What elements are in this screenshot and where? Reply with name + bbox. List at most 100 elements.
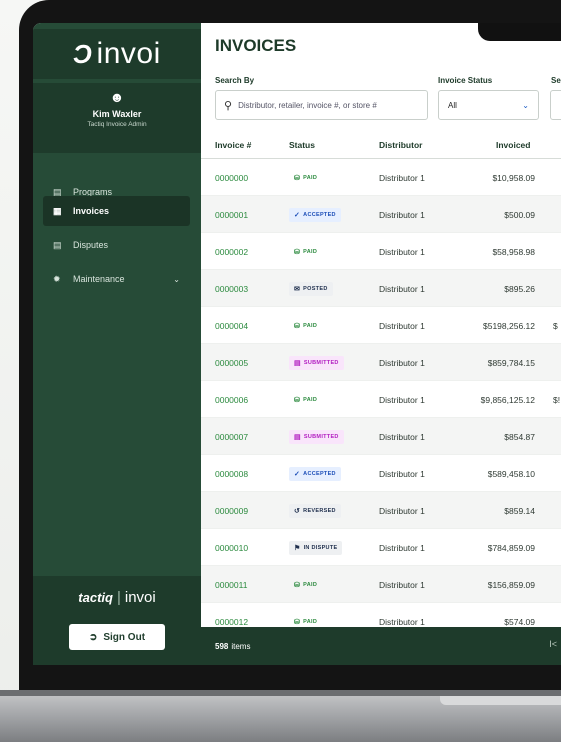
invoice-number-link[interactable]: 0000000: [215, 159, 248, 196]
status-text: SUBMITTED: [303, 359, 339, 366]
accepted-status-icon: ✓: [294, 211, 301, 219]
sidebar-item-invoices[interactable]: ▦ Invoices: [43, 196, 190, 226]
first-page-button[interactable]: I<: [549, 639, 557, 649]
invoice-number-link[interactable]: 0000010: [215, 529, 248, 566]
column-header-invoice[interactable]: Invoice #: [215, 140, 251, 150]
column-header-distributor[interactable]: Distributor: [379, 140, 422, 150]
invoiced-amount: $589,458.10: [487, 468, 535, 479]
paid-status-icon: ⛁: [294, 618, 301, 626]
status-text: IN DISPUTE: [303, 544, 338, 551]
distributor-cell: Distributor 1: [379, 246, 425, 257]
submitted-status-icon: ▤: [294, 433, 301, 441]
laptop-scene: Ͻ invoi ☻ Kim Waxler Tactiq Invoice Admi…: [0, 0, 561, 742]
submitted-status-icon: ▤: [294, 359, 301, 367]
invoiced-amount: $784,859.09: [487, 542, 535, 553]
table-row[interactable]: 0000000 ⛁ PAID Distributor 1 $10,958.09: [201, 159, 561, 196]
status-badge: ⛁ PAID: [289, 245, 322, 259]
status-badge: ⛁ PAID: [289, 171, 322, 185]
table-row[interactable]: 0000005 ▤ SUBMITTED Distributor 1 $859,784.1…: [201, 344, 561, 381]
table-row[interactable]: 0000003 ✉ POSTED Distributor 1 $895.26: [201, 270, 561, 307]
table-row[interactable]: 0000008 ✓ ACCEPTED Distributor 1 $589,458.10: [201, 455, 561, 492]
status-text: ACCEPTED: [303, 470, 336, 477]
table-row[interactable]: 0000002 ⛁ PAID Distributor 1 $58,958.98: [201, 233, 561, 270]
search-label: Search By: [215, 76, 255, 85]
item-count-label: items: [231, 641, 251, 651]
search-placeholder: Distributor, retailer, invoice #, or sto…: [238, 100, 377, 110]
invoiced-amount: $58,958.98: [492, 246, 535, 257]
chevron-down-icon: ⌄: [173, 274, 180, 284]
sign-out-label: Sign Out: [103, 631, 146, 643]
status-select-value: All: [448, 100, 457, 110]
invoice-number-link[interactable]: 0000002: [215, 233, 248, 270]
status-text: PAID: [303, 396, 318, 403]
status-badge: ⛁ PAID: [289, 578, 322, 592]
status-cell: ✓ ACCEPTED: [289, 196, 341, 233]
third-filter-select[interactable]: [550, 90, 561, 120]
status-cell: ⛁ PAID: [289, 233, 322, 270]
sign-out-icon: ➲: [88, 631, 98, 643]
user-icon: ☻: [109, 89, 125, 105]
search-icon: ⚲: [224, 99, 233, 112]
sidebar-item-disputes[interactable]: ▤ Disputes: [43, 230, 190, 260]
invoiced-amount: $895.26: [504, 283, 535, 294]
table-row[interactable]: 0000001 ✓ ACCEPTED Distributor 1 $500.09: [201, 196, 561, 233]
camera-notch: [478, 23, 561, 41]
main-content: INVOICES Search By Invoice Status Se ⚲ D…: [201, 23, 561, 665]
brand-logo[interactable]: Ͻ invoi: [33, 29, 201, 79]
disputes-icon: ▤: [53, 239, 62, 250]
clipped-cell: $!: [553, 394, 561, 405]
distributor-cell: Distributor 1: [379, 579, 425, 590]
posted-status-icon: ✉: [294, 285, 301, 293]
table-row[interactable]: 0000011 ⛁ PAID Distributor 1 $156,859.09: [201, 566, 561, 603]
status-badge: ✉ POSTED: [289, 281, 333, 296]
user-card: ☻ Kim Waxler Tactiq Invoice Admin: [33, 83, 201, 153]
status-label: Invoice Status: [438, 76, 493, 85]
paid-status-icon: ⛁: [294, 581, 301, 589]
item-count: 598: [215, 641, 229, 651]
distributor-cell: Distributor 1: [379, 320, 425, 331]
table-row[interactable]: 0000006 ⛁ PAID Distributor 1 $9,856,125.12 $!: [201, 381, 561, 418]
status-badge: ✓ ACCEPTED: [289, 466, 341, 481]
status-text: REVERSED: [303, 507, 336, 514]
page-title: INVOICES: [215, 36, 297, 55]
status-cell: ⛁ PAID: [289, 381, 322, 418]
table-row[interactable]: 0000004 ⛁ PAID Distributor 1 $5198,256.12 $: [201, 307, 561, 344]
invoices-icon: ▦: [53, 205, 62, 216]
status-text: PAID: [303, 248, 318, 255]
column-header-status[interactable]: Status: [289, 140, 315, 150]
invoice-number-link[interactable]: 0000001: [215, 196, 248, 233]
sign-out-button[interactable]: ➲ Sign Out: [69, 624, 165, 650]
invoiced-amount: $500.09: [504, 209, 535, 220]
table-row[interactable]: 0000009 ↺ REVERSED Distributor 1 $859.14: [201, 492, 561, 529]
invoice-number-link[interactable]: 0000004: [215, 307, 248, 344]
invoice-number-link[interactable]: 0000008: [215, 455, 248, 492]
table-row[interactable]: 0000007 ▤ SUBMITTED Distributor 1 $854.87: [201, 418, 561, 455]
column-header-invoiced[interactable]: Invoiced: [496, 140, 530, 150]
invoice-number-link[interactable]: 0000007: [215, 418, 248, 455]
distributor-cell: Distributor 1: [379, 431, 425, 442]
status-cell: ⛁ PAID: [289, 159, 322, 196]
status-cell: ⚑ IN DISPUTE: [289, 529, 343, 566]
sidebar-item-maintenance[interactable]: ✹ Maintenance ⌄: [43, 264, 190, 294]
invoice-number-link[interactable]: 0000011: [215, 566, 247, 603]
status-badge: ⛁ PAID: [289, 319, 322, 333]
search-input[interactable]: ⚲ Distributor, retailer, invoice #, or s…: [215, 90, 428, 120]
status-select[interactable]: All ⌄: [438, 90, 539, 120]
chevron-down-icon: ⌄: [522, 100, 529, 110]
distributor-cell: Distributor 1: [379, 394, 425, 405]
status-text: SUBMITTED: [303, 433, 339, 440]
invoice-number-link[interactable]: 0000003: [215, 270, 248, 307]
status-text: POSTED: [303, 285, 328, 292]
invoice-number-link[interactable]: 0000005: [215, 344, 248, 381]
distributor-cell: Distributor 1: [379, 209, 425, 220]
table-row[interactable]: 0000010 ⚑ IN DISPUTE Distributor 1 $784,859.…: [201, 529, 561, 566]
status-text: PAID: [303, 581, 318, 588]
paid-status-icon: ⛁: [294, 248, 301, 256]
invoice-number-link[interactable]: 0000009: [215, 492, 248, 529]
logo-divider: |: [116, 589, 121, 606]
table-footer: 598 items I<: [201, 627, 561, 665]
third-filter-label: Se: [551, 76, 561, 85]
status-cell: ⛁ PAID: [289, 307, 322, 344]
invoice-number-link[interactable]: 0000006: [215, 381, 248, 418]
status-cell: ↺ REVERSED: [289, 492, 341, 529]
